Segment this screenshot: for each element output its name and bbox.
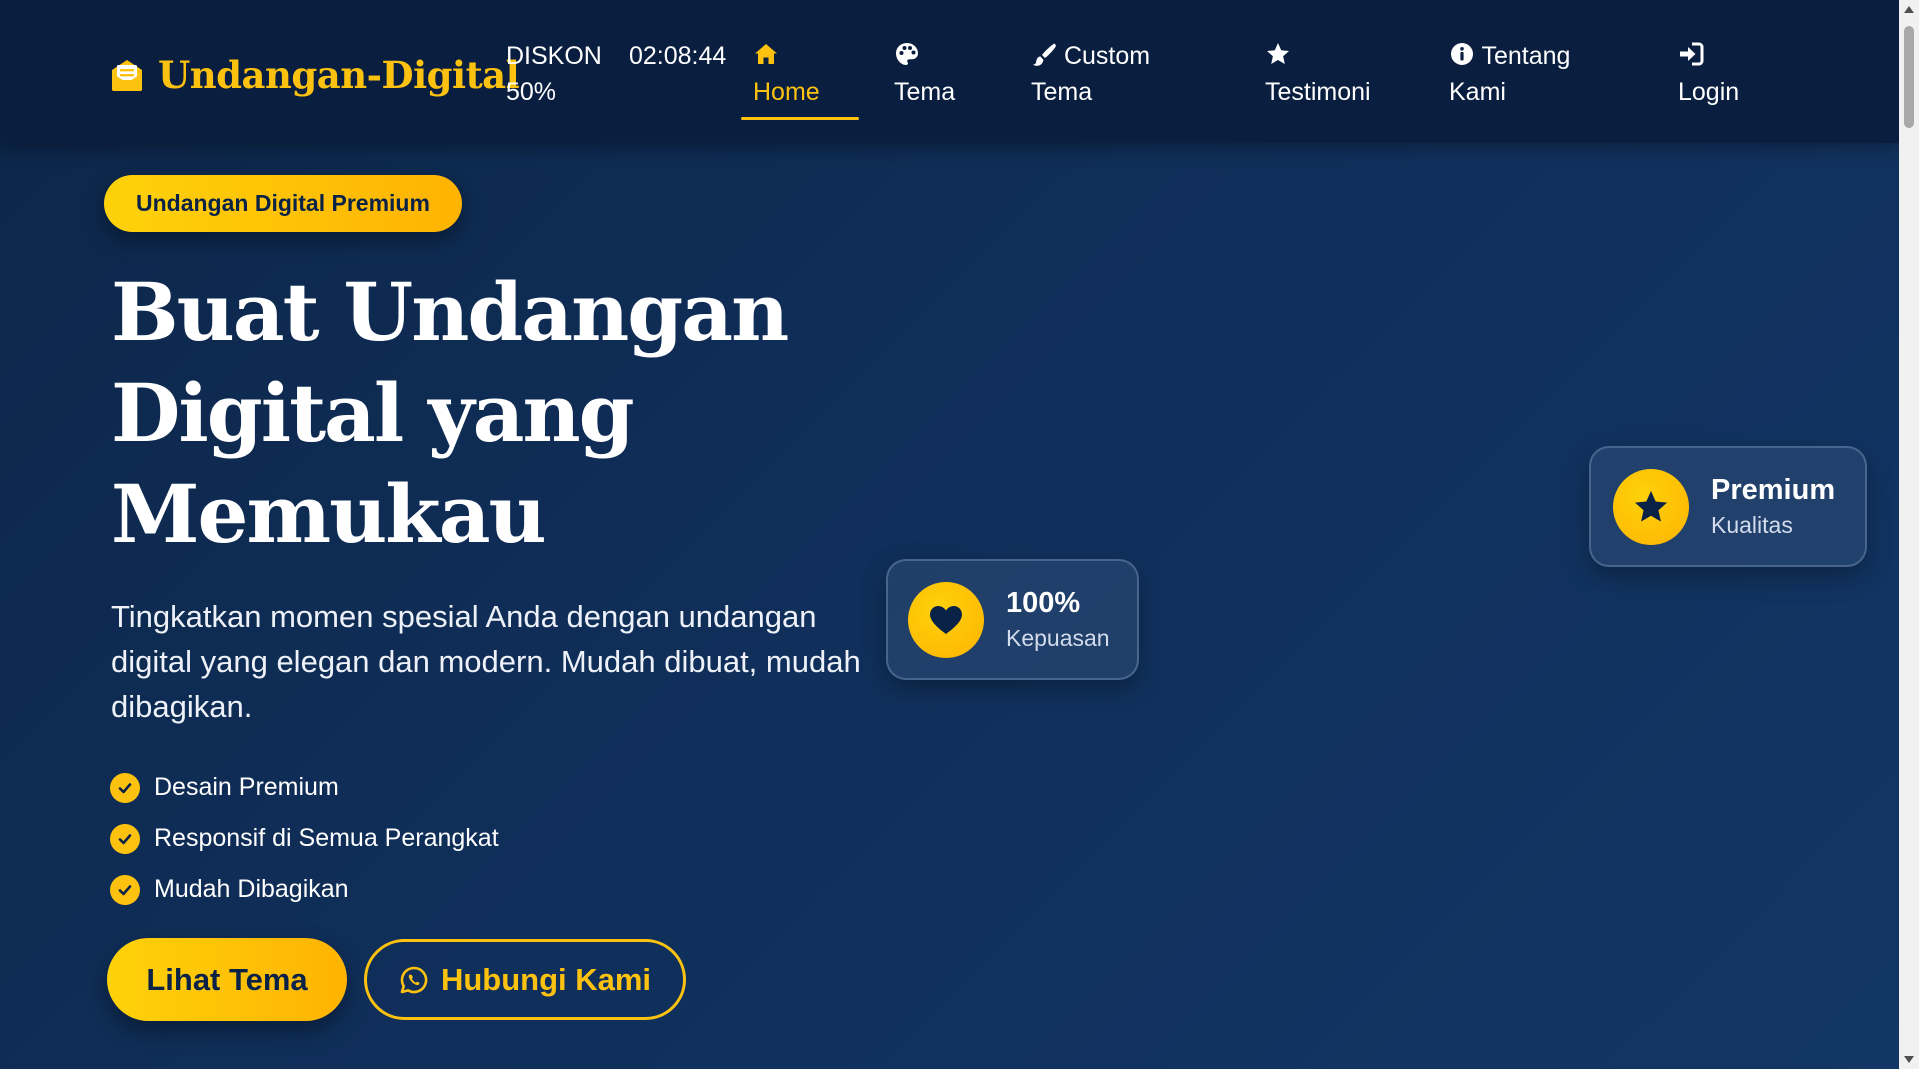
quality-value: Premium [1711, 473, 1836, 506]
nav-login[interactable]: Login [1678, 38, 1739, 110]
nav-testimoni[interactable]: Testimoni [1265, 38, 1371, 110]
nav-custom-tema[interactable]: Custom Tema [1031, 38, 1181, 110]
satisfaction-value: 100% [1006, 586, 1081, 619]
nav-tentang-kami[interactable]: Tentang Kami [1449, 38, 1599, 110]
navbar: Undangan-Digital DISKON 50% 02:08:44 Hom… [0, 0, 1899, 143]
info-icon [1451, 43, 1473, 65]
check-circle-icon [110, 874, 140, 905]
nav-home[interactable]: Home [753, 38, 820, 110]
login-icon [1680, 42, 1704, 66]
star-icon [1267, 43, 1289, 64]
satisfaction-label: Kepuasan [1006, 624, 1110, 651]
nav-tema-label: Tema [894, 78, 956, 106]
nav-login-label: Login [1678, 78, 1740, 106]
quality-label: Kualitas [1711, 511, 1793, 538]
brush-icon [1033, 43, 1056, 66]
feature-label: Responsif di Semua Perangkat [154, 824, 499, 852]
quality-text: Premium Kualitas [1711, 472, 1835, 542]
brand-name: Undangan-Digital [158, 53, 520, 97]
nav-home-label: Home [753, 78, 820, 106]
whatsapp-icon [400, 966, 428, 993]
countdown-timer: 02:08:44 [629, 42, 727, 70]
hero-title: Buat Undangan Digital yang Memukau [111, 262, 811, 565]
feature-item: Mudah Dibagikan [110, 864, 499, 915]
scroll-up-arrow-icon[interactable] [1904, 6, 1914, 13]
view-themes-button[interactable]: Lihat Tema [107, 938, 347, 1021]
premium-badge: Undangan Digital Premium [104, 175, 462, 232]
star-icon [1613, 468, 1689, 545]
hero-title-line-2: Digital yang [111, 366, 635, 460]
feature-label: Desain Premium [154, 773, 339, 801]
check-circle-icon [110, 772, 140, 803]
contact-us-label: Hubungi Kami [440, 961, 652, 997]
nav-active-indicator [741, 117, 859, 120]
envelope-icon [112, 60, 142, 91]
hero-title-line-3: Memukau [111, 467, 547, 561]
page-scrollbar[interactable] [1899, 0, 1919, 1069]
home-icon [755, 44, 777, 64]
nav-testimoni-label: Testimoni [1265, 78, 1371, 106]
discount-promo: DISKON 50% [506, 42, 602, 106]
contact-us-button[interactable]: Hubungi Kami [364, 939, 686, 1020]
quality-card: Premium Kualitas [1589, 446, 1867, 567]
hero-title-line-1: Buat Undangan [111, 265, 789, 359]
feature-item: Responsif di Semua Perangkat [110, 813, 499, 864]
scroll-down-arrow-icon[interactable] [1904, 1056, 1914, 1063]
palette-icon [896, 43, 918, 65]
brand-logo-link[interactable]: Undangan-Digital [108, 52, 520, 98]
check-circle-icon [110, 823, 140, 854]
feature-item: Desain Premium [110, 762, 499, 813]
hero-description: Tingkatkan momen spesial Anda dengan und… [111, 599, 861, 724]
feature-label: Mudah Dibagikan [154, 875, 349, 903]
feature-list: Desain Premium Responsif di Semua Perang… [110, 762, 499, 915]
page: Undangan-Digital DISKON 50% 02:08:44 Hom… [0, 0, 1899, 1069]
nav-tema[interactable]: Tema [894, 38, 955, 110]
satisfaction-text: 100% Kepuasan [1006, 585, 1110, 655]
scroll-thumb[interactable] [1904, 26, 1914, 128]
heart-icon [908, 581, 984, 658]
satisfaction-card: 100% Kepuasan [886, 559, 1139, 680]
